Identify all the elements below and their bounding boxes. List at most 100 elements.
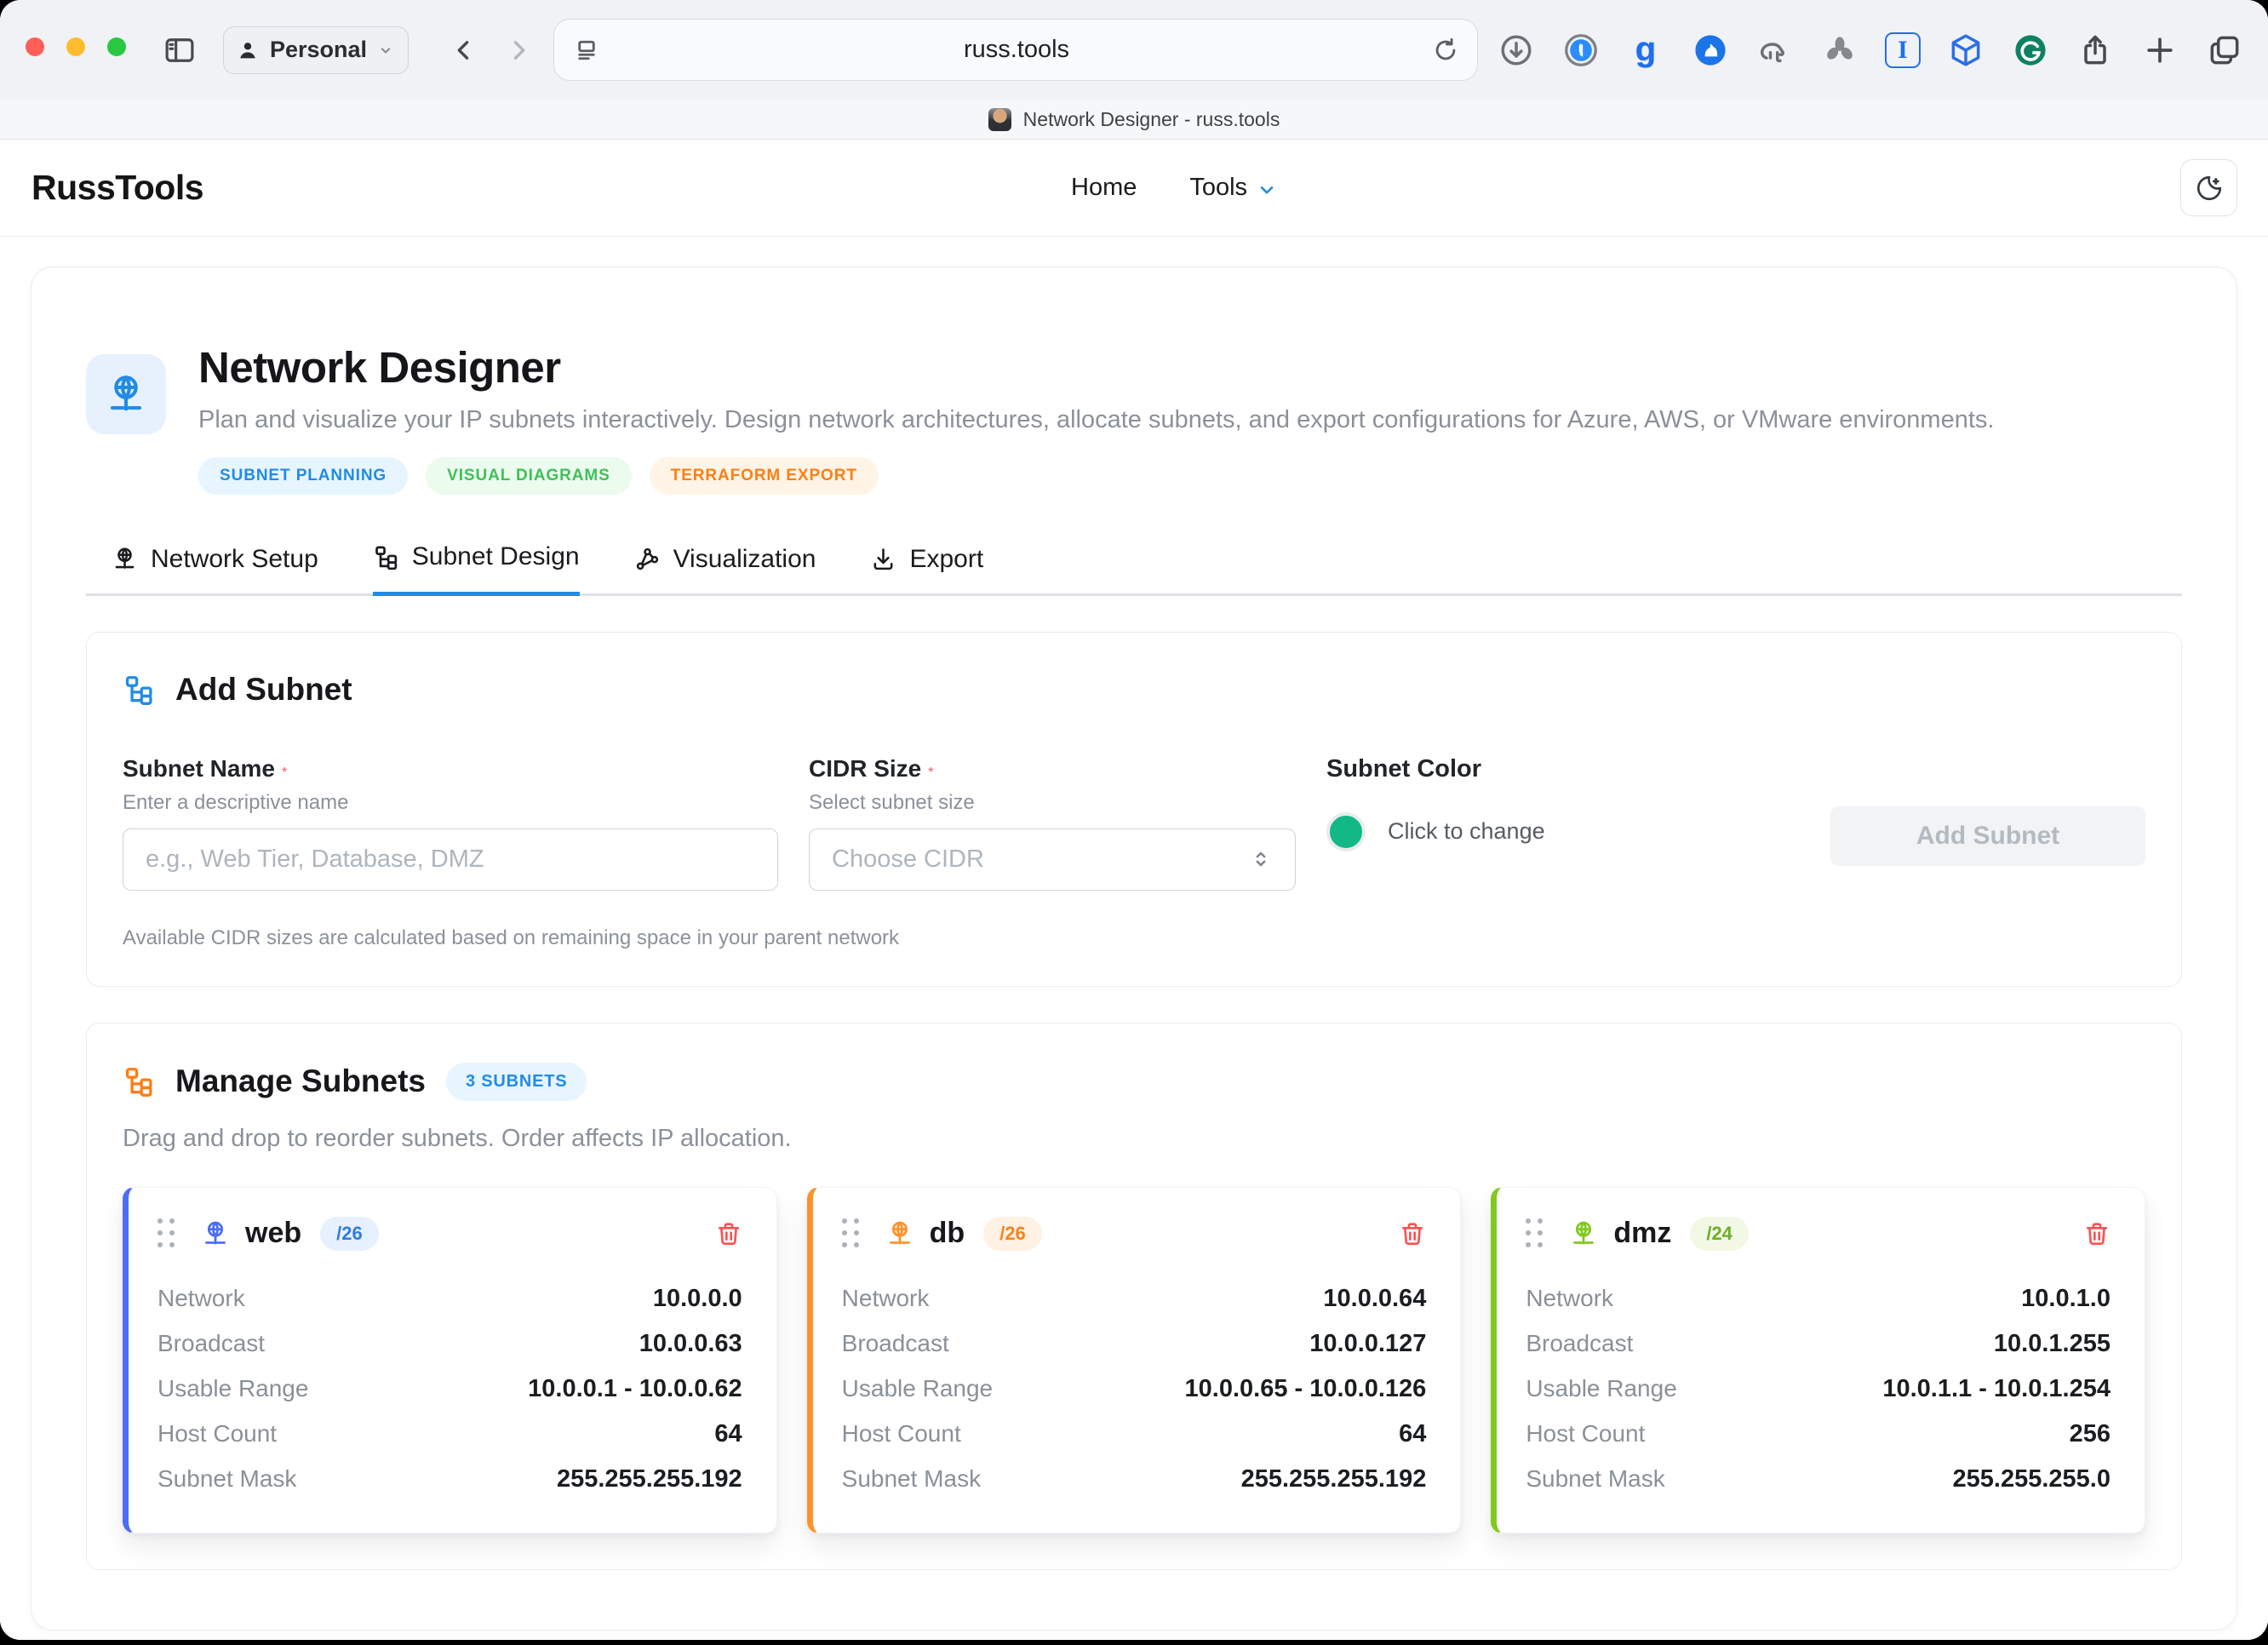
host-count-value: 256 xyxy=(2070,1420,2110,1448)
zoom-button[interactable] xyxy=(107,37,126,56)
subnet-name: web xyxy=(245,1217,301,1250)
forward-button[interactable] xyxy=(504,36,533,65)
subnet-card-web[interactable]: web /26 Network10.0.0.0 Broadcast10.0.0.… xyxy=(123,1187,777,1533)
subnet-details: Network10.0.0.64 Broadcast10.0.0.127 Usa… xyxy=(842,1276,1427,1502)
subnet-name: db xyxy=(930,1217,965,1250)
tab-export[interactable]: Export xyxy=(870,542,983,596)
tab-subnet-design[interactable]: Subnet Design xyxy=(373,542,580,596)
subnet-details: Network10.0.0.0 Broadcast10.0.0.63 Usabl… xyxy=(158,1276,742,1502)
cat-extension-icon[interactable] xyxy=(1691,31,1730,70)
usable-range-value: 10.0.0.1 - 10.0.0.62 xyxy=(528,1375,742,1403)
cidr-badge: /26 xyxy=(983,1217,1042,1251)
drag-handle[interactable] xyxy=(842,1218,860,1248)
color-hint: Click to change xyxy=(1388,818,1545,845)
brand-logo[interactable]: RussTools xyxy=(32,168,203,208)
badge-subnet-planning: SUBNET PLANNING xyxy=(198,457,408,495)
detail-row: Broadcast10.0.1.255 xyxy=(1526,1321,2110,1367)
profile-button[interactable]: Personal xyxy=(223,26,409,74)
ghostery-icon[interactable]: g xyxy=(1626,31,1665,70)
traffic-lights xyxy=(26,37,126,56)
trash-icon xyxy=(1399,1220,1426,1247)
page-description: Plan and visualize your IP subnets inter… xyxy=(198,406,1994,434)
detail-row: Subnet Mask255.255.255.192 xyxy=(842,1457,1427,1502)
tab-visualization[interactable]: Visualization xyxy=(634,542,816,596)
select-chevrons-icon xyxy=(1249,847,1273,871)
address-bar[interactable]: russ.tools xyxy=(553,19,1478,81)
nav-tools-link[interactable]: Tools xyxy=(1189,174,1278,202)
minimize-button[interactable] xyxy=(66,37,85,56)
network-icon xyxy=(885,1219,914,1248)
detail-row: Network10.0.1.0 xyxy=(1526,1276,2110,1321)
color-swatch[interactable] xyxy=(1326,812,1366,851)
network-icon xyxy=(112,546,138,572)
instapaper-icon[interactable]: I xyxy=(1885,32,1921,68)
subnet-card-db[interactable]: db /26 Network10.0.0.64 Broadcast10.0.0.… xyxy=(807,1187,1462,1533)
cube-extension-icon[interactable] xyxy=(1946,31,1985,70)
subnet-mask-value: 255.255.255.0 xyxy=(1953,1465,2110,1493)
chart-dots-icon xyxy=(634,546,661,572)
dark-mode-toggle[interactable] xyxy=(2180,159,2237,216)
new-tab-button[interactable] xyxy=(2140,31,2179,70)
onepassword-icon[interactable] xyxy=(1561,31,1601,70)
subnet-color-label: Subnet Color xyxy=(1326,755,1800,783)
tab-network-setup[interactable]: Network Setup xyxy=(112,542,318,596)
back-button[interactable] xyxy=(450,36,478,65)
delete-subnet-button[interactable] xyxy=(2083,1220,2110,1247)
network-icon xyxy=(1569,1219,1598,1248)
cidr-badge: /26 xyxy=(320,1217,379,1251)
subnet-mask-value: 255.255.255.192 xyxy=(1241,1465,1427,1493)
network-value: 10.0.0.0 xyxy=(653,1285,742,1313)
subnet-name-field-group: Subnet Name* Enter a descriptive name xyxy=(123,755,778,891)
subnet-tree-icon xyxy=(123,673,155,706)
tool-tabs: Network Setup Subnet Design Visualizatio… xyxy=(86,542,2182,596)
subnet-list: web /26 Network10.0.0.0 Broadcast10.0.0.… xyxy=(123,1187,2145,1533)
network-value: 10.0.0.64 xyxy=(1323,1285,1426,1313)
subnet-name-input[interactable] xyxy=(146,845,755,874)
drag-handle[interactable] xyxy=(158,1218,175,1248)
profile-label: Personal xyxy=(270,37,367,63)
badge-visual-diagrams: VISUAL DIAGRAMS xyxy=(426,457,632,495)
usable-range-value: 10.0.1.1 - 10.0.1.254 xyxy=(1882,1375,2110,1403)
browser-toolbar: Personal russ.tools xyxy=(0,0,2268,100)
detail-row: Broadcast10.0.0.127 xyxy=(842,1321,1427,1367)
tab-strip[interactable]: Network Designer - russ.tools xyxy=(0,100,2268,140)
subnet-count-badge: 3 SUBNETS xyxy=(446,1063,587,1101)
chevron-down-icon xyxy=(1256,179,1278,201)
subnet-mask-value: 255.255.255.192 xyxy=(557,1465,742,1493)
delete-subnet-button[interactable] xyxy=(715,1220,742,1247)
download-manager-icon[interactable] xyxy=(1497,31,1536,70)
reorder-hint: Drag and drop to reorder subnets. Order … xyxy=(123,1125,2145,1153)
clover-extension-icon[interactable] xyxy=(1820,31,1859,70)
detail-row: Usable Range10.0.0.65 - 10.0.0.126 xyxy=(842,1367,1427,1412)
cidr-size-label: CIDR Size xyxy=(809,755,921,782)
add-subnet-button[interactable]: Add Subnet xyxy=(1830,806,2145,866)
required-asterisk: * xyxy=(928,765,933,780)
detail-row: Subnet Mask255.255.255.0 xyxy=(1526,1457,2110,1502)
tab-overview-button[interactable] xyxy=(2205,31,2244,70)
close-button[interactable] xyxy=(26,37,44,56)
drag-handle[interactable] xyxy=(1526,1218,1544,1248)
subnet-name: dmz xyxy=(1613,1217,1671,1250)
cidr-badge: /24 xyxy=(1690,1217,1749,1251)
subnet-details: Network10.0.1.0 Broadcast10.0.1.255 Usab… xyxy=(1526,1276,2110,1502)
detail-row: Network10.0.0.0 xyxy=(158,1276,742,1321)
grammarly-icon[interactable] xyxy=(2011,31,2050,70)
broadcast-value: 10.0.0.63 xyxy=(639,1330,742,1358)
page-title: Network Designer xyxy=(198,342,1994,393)
page-settings-icon[interactable] xyxy=(571,35,602,66)
site-header: RussTools Home Tools xyxy=(0,140,2268,237)
delete-subnet-button[interactable] xyxy=(1399,1220,1426,1247)
nav-home-link[interactable]: Home xyxy=(1071,174,1137,202)
subnet-color-group: Subnet Color Click to change xyxy=(1326,755,1800,891)
cidr-size-select[interactable]: Choose CIDR xyxy=(809,828,1296,891)
sidebar-toggle-icon[interactable] xyxy=(162,32,198,68)
required-asterisk: * xyxy=(282,765,287,780)
manage-subnets-heading: Manage Subnets xyxy=(175,1063,426,1099)
share-button[interactable] xyxy=(2076,31,2115,70)
reload-button[interactable] xyxy=(1431,36,1460,65)
subnet-card-dmz[interactable]: dmz /24 Network10.0.1.0 Broadcast10.0.1.… xyxy=(1491,1187,2145,1533)
trash-icon xyxy=(715,1220,742,1247)
elephant-extension-icon[interactable] xyxy=(1755,31,1795,70)
host-count-value: 64 xyxy=(1399,1420,1426,1448)
add-subnet-heading: Add Subnet xyxy=(175,672,352,708)
